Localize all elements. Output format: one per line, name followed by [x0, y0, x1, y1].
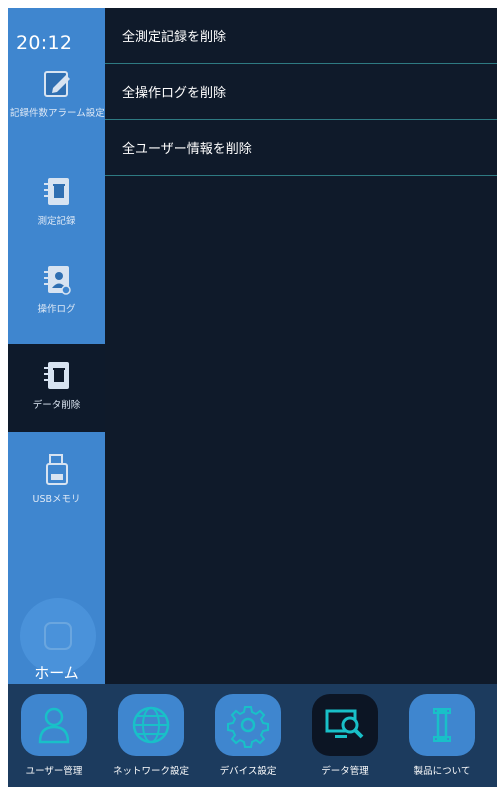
delete-all-operation-logs-button[interactable]: 全操作ログを削除: [105, 64, 497, 120]
info-icon: [433, 708, 451, 742]
nav-tile: [409, 694, 475, 756]
notebook-trash-icon: [43, 362, 69, 389]
usb-drive-icon: [45, 454, 68, 485]
sidebar: 20:12 記録件数アラーム設定 測定記録 操作ログ データ削除 USBメモリ …: [8, 8, 105, 684]
edit-note-icon: [43, 71, 70, 97]
nav-label: ユーザー管理: [25, 766, 83, 777]
nav-about-product[interactable]: 製品について: [396, 694, 488, 777]
sidebar-item-label: 操作ログ: [37, 304, 76, 315]
sidebar-item-operation-log[interactable]: 操作ログ: [8, 262, 105, 332]
gear-icon: [227, 706, 269, 748]
action-label: 全操作ログを削除: [122, 86, 227, 101]
main-content: 全測定記録を削除 全操作ログを削除 全ユーザー情報を削除: [105, 8, 497, 684]
nav-tile: [118, 694, 184, 756]
nav-network-settings[interactable]: ネットワーク設定: [105, 694, 197, 777]
user-icon: [38, 707, 70, 744]
nav-label: データ管理: [321, 766, 369, 777]
nav-user-management[interactable]: ユーザー管理: [8, 694, 100, 777]
bottom-nav: ユーザー管理 ネットワーク設定 デバイス設定 データ管理 製品について: [8, 684, 497, 787]
sidebar-item-measurement-records[interactable]: 測定記録: [8, 174, 105, 244]
home-icon: [44, 622, 72, 650]
nav-tile: [312, 694, 378, 756]
sidebar-item-label: 測定記録: [37, 216, 76, 227]
action-label: 全ユーザー情報を削除: [122, 142, 252, 157]
clock: 20:12: [16, 32, 73, 54]
device-screen: 20:12 記録件数アラーム設定 測定記録 操作ログ データ削除 USBメモリ …: [0, 0, 497, 787]
monitor-search-icon: [325, 709, 364, 739]
notebook-trash-icon: [43, 178, 69, 205]
nav-tile: [215, 694, 281, 756]
sidebar-item-label: USBメモリ: [32, 494, 81, 505]
delete-all-user-info-button[interactable]: 全ユーザー情報を削除: [105, 120, 497, 176]
action-label: 全測定記録を削除: [122, 30, 227, 45]
home-label: ホーム: [34, 664, 79, 682]
nav-label: 製品について: [413, 766, 471, 777]
globe-icon: [132, 706, 170, 744]
nav-device-settings[interactable]: デバイス設定: [202, 694, 294, 777]
sidebar-item-data-delete[interactable]: データ削除: [8, 344, 105, 432]
nav-data-management[interactable]: データ管理: [299, 694, 391, 777]
sidebar-item-alarm-settings[interactable]: 記録件数アラーム設定: [8, 66, 105, 146]
sidebar-item-label: 記録件数アラーム設定: [10, 108, 105, 119]
nav-tile: [21, 694, 87, 756]
sidebar-item-usb-memory[interactable]: USBメモリ: [8, 452, 105, 522]
sidebar-item-label: データ削除: [32, 400, 81, 411]
nav-label: デバイス設定: [219, 766, 277, 777]
notebook-user-icon: [43, 266, 71, 295]
nav-label: ネットワーク設定: [112, 766, 189, 777]
delete-all-measurements-button[interactable]: 全測定記録を削除: [105, 8, 497, 64]
